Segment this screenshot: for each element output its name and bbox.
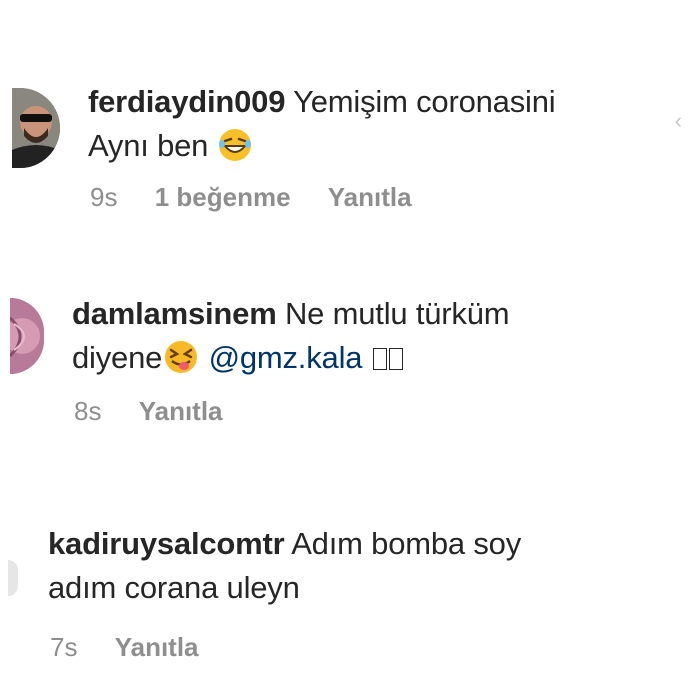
comment-item: damlamsinem Ne mutlu türküm diyene @gmz.… [0,230,690,450]
comment-text: ferdiaydin009 Yemişim coronasini Aynı be… [88,80,648,174]
comment-meta: 8s Yanıtla [74,396,253,427]
comment-meta: 9s 1 beğenme Yanıtla [90,182,442,213]
avatar[interactable] [12,88,60,168]
laughing-emoji-icon [217,128,253,174]
comment-body-line2: Aynı ben [88,128,209,163]
comment-body: Yemişim coronasini [293,84,556,119]
username[interactable]: kadiruysalcomtr [48,526,285,561]
comment-meta: 7s Yanıtla [50,632,229,663]
comment-item: kadiruysalcomtr Adım bomba soy adım cora… [0,450,690,690]
missing-glyph-icon [372,348,387,370]
user-photo-icon [10,298,44,374]
comment-body: Adım bomba soy [291,526,522,561]
comment-body-line2: adım corana uleyn [48,570,300,605]
username[interactable]: damlamsinem [72,296,277,331]
reply-button[interactable]: Yanıtla [328,182,412,212]
avatar[interactable] [8,560,18,596]
avatar[interactable] [10,298,44,374]
user-photo-icon [12,88,60,168]
comment-item: ferdiaydin009 Yemişim coronasini Aynı be… [0,0,690,230]
comment-body: Ne mutlu türküm [284,296,510,331]
chevron-left-icon[interactable]: ‹ [675,108,682,134]
timestamp: 7s [50,632,78,662]
username[interactable]: ferdiaydin009 [88,84,285,119]
comment-text: damlamsinem Ne mutlu türküm diyene @gmz.… [72,292,652,386]
laughing-tongue-emoji-icon [162,340,200,386]
timestamp: 8s [74,396,102,426]
timestamp: 9s [90,182,118,212]
comment-text: kadiruysalcomtr Adım bomba soy adım cora… [48,522,668,610]
reply-button[interactable]: Yanıtla [115,632,199,662]
mention-link[interactable]: @gmz.kala [209,340,363,375]
likes-count-link[interactable]: 1 beğenme [155,182,291,212]
reply-button[interactable]: Yanıtla [139,396,223,426]
missing-glyph-icon [388,348,403,370]
comment-body-line2: diyene [72,340,163,375]
